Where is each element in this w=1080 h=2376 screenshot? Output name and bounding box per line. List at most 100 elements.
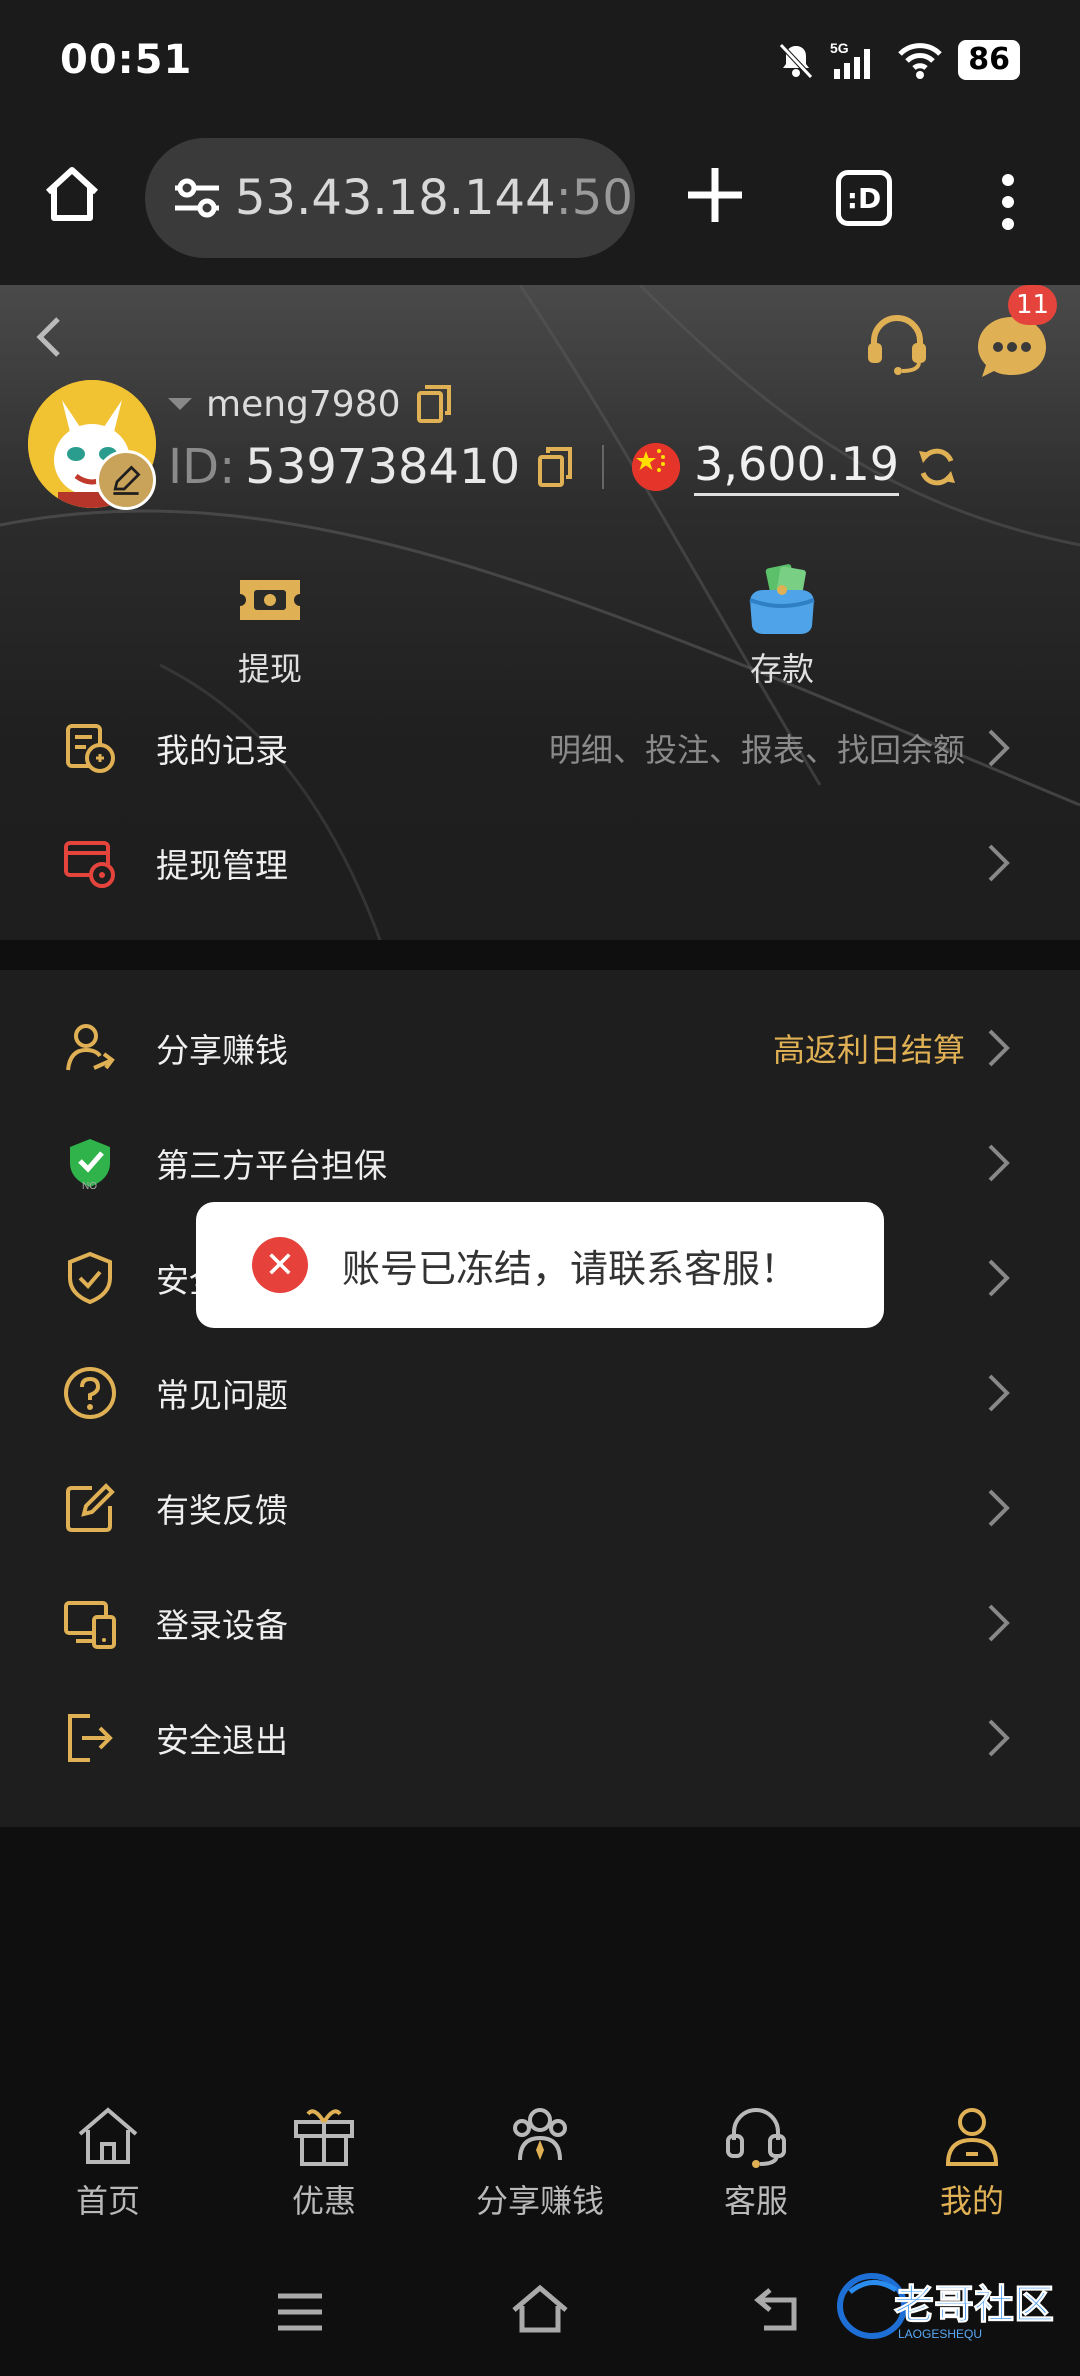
site-settings-icon[interactable] bbox=[169, 170, 225, 226]
deposit-label: 存款 bbox=[749, 650, 814, 688]
records-icon bbox=[66, 723, 115, 773]
menu-row-devices[interactable]: 登录设备 bbox=[0, 1565, 1080, 1680]
tab-switcher-button[interactable]: :D bbox=[836, 170, 892, 226]
message-count-badge: 11 bbox=[1008, 285, 1058, 325]
svg-text:5G: 5G bbox=[830, 40, 849, 56]
svg-text:NO: NO bbox=[82, 1181, 97, 1191]
logout-icon bbox=[68, 1713, 113, 1762]
status-bar: 00:51 5G 86 bbox=[0, 0, 1080, 120]
chevron-right-icon bbox=[988, 1604, 1010, 1641]
user-icon bbox=[945, 2108, 999, 2166]
nav-label: 分享赚钱 bbox=[475, 2182, 604, 2220]
account-id-row: ID: 539738410 3,600.19 bbox=[168, 437, 959, 496]
chevron-right-icon bbox=[988, 1029, 1010, 1066]
browser-toolbar: 53.43.18.144:5001 :D bbox=[0, 120, 1080, 285]
menu-row-faq[interactable]: 常见问题 bbox=[0, 1335, 1080, 1450]
menu-row-records[interactable]: 我的记录 明细、投注、报表、找回余额 bbox=[0, 690, 1080, 805]
watermark-logo: 老哥社区 LAOGESHEQU bbox=[837, 2273, 1055, 2341]
menu-row-feedback[interactable]: 有奖反馈 bbox=[0, 1450, 1080, 1565]
url-text: 53.43.18.144:5001 bbox=[235, 170, 635, 226]
status-time: 00:51 bbox=[60, 37, 193, 83]
nav-label: 客服 bbox=[723, 2182, 788, 2220]
menu-label: 我的记录 bbox=[156, 730, 288, 770]
chevron-right-icon bbox=[988, 1259, 1010, 1296]
chevron-right-icon bbox=[988, 1144, 1010, 1181]
edit-note-icon bbox=[66, 1482, 115, 1532]
chevron-right-icon bbox=[988, 844, 1010, 881]
chevron-right-icon bbox=[988, 1489, 1010, 1526]
shield-check-green-icon: NO bbox=[70, 1138, 110, 1191]
new-tab-icon[interactable] bbox=[680, 160, 750, 230]
username-row: meng7980 bbox=[168, 383, 453, 425]
account-id: 539738410 bbox=[245, 438, 521, 495]
signal-5g-icon: 5G bbox=[830, 40, 871, 79]
more-menu-icon[interactable] bbox=[988, 170, 1028, 234]
username: meng7980 bbox=[206, 383, 401, 425]
customer-service-icon[interactable] bbox=[862, 307, 932, 377]
menu-row-logout[interactable]: 安全退出 bbox=[0, 1680, 1080, 1795]
dropdown-caret-icon[interactable] bbox=[168, 398, 192, 410]
settings-card: 分享赚钱 高返利日结算 NO 第三方平台担保 安全中心 常见问题 bbox=[0, 970, 1080, 1827]
divider bbox=[602, 444, 605, 489]
nav-share[interactable]: 分享赚钱 bbox=[432, 2080, 648, 2230]
system-home-icon[interactable] bbox=[510, 2284, 570, 2334]
menu-label: 安全退出 bbox=[156, 1720, 288, 1760]
browser-home-icon[interactable] bbox=[40, 162, 104, 226]
error-x-icon: ✕ bbox=[252, 1237, 308, 1293]
error-toast: ✕ 账号已冻结，请联系客服！ bbox=[196, 1202, 884, 1328]
nav-promotions[interactable]: 优惠 bbox=[216, 2080, 432, 2230]
menu-hint: 明细、投注、报表、找回余额 bbox=[548, 730, 965, 769]
wallet-money-icon bbox=[749, 564, 815, 634]
withdraw-shortcut[interactable]: 提现 bbox=[190, 560, 350, 690]
menu-label: 分享赚钱 bbox=[156, 1030, 288, 1070]
copy-username-icon[interactable] bbox=[415, 383, 453, 425]
url-port: :5001 bbox=[555, 170, 635, 226]
menu-label: 有奖反馈 bbox=[156, 1490, 288, 1530]
nav-label: 我的 bbox=[939, 2182, 1004, 2220]
battery-level: 86 bbox=[958, 40, 1020, 80]
nav-service[interactable]: 客服 bbox=[648, 2080, 864, 2230]
recent-apps-icon[interactable] bbox=[276, 2292, 324, 2332]
back-icon[interactable] bbox=[28, 307, 68, 367]
system-back-icon[interactable] bbox=[754, 2286, 804, 2332]
wifi-icon bbox=[898, 43, 943, 79]
share-user-icon bbox=[66, 1023, 115, 1070]
shield-check-icon bbox=[68, 1251, 112, 1304]
section-gap bbox=[0, 940, 1080, 970]
address-bar[interactable]: 53.43.18.144:5001 bbox=[145, 138, 635, 258]
menu-label: 常见问题 bbox=[156, 1375, 288, 1415]
menu-label: 提现管理 bbox=[156, 845, 288, 885]
url-host: 53.43.18.144 bbox=[235, 170, 556, 226]
headset-icon bbox=[726, 2108, 786, 2168]
menu-label: 登录设备 bbox=[156, 1605, 288, 1645]
nav-mine[interactable]: 我的 bbox=[864, 2080, 1080, 2230]
withdraw-label: 提现 bbox=[237, 650, 302, 688]
copy-id-icon[interactable] bbox=[536, 445, 574, 489]
card-settings-icon bbox=[64, 840, 115, 888]
svg-text:老哥社区: 老哥社区 bbox=[894, 2282, 1054, 2328]
withdraw-ticket-icon bbox=[240, 580, 300, 620]
bottom-navigation: 首页 优惠 分享赚钱 客服 我的 bbox=[0, 2080, 1080, 2230]
deposit-shortcut[interactable]: 存款 bbox=[702, 560, 862, 690]
id-label: ID: bbox=[168, 438, 236, 495]
menu-row-share[interactable]: 分享赚钱 高返利日结算 bbox=[0, 990, 1080, 1105]
devices-icon bbox=[64, 1600, 116, 1649]
mute-bell-icon bbox=[779, 43, 814, 79]
nav-home[interactable]: 首页 bbox=[0, 2080, 216, 2230]
menu-hint: 高返利日结算 bbox=[772, 1030, 965, 1069]
profile-header: 11 meng7980 ID: 539738410 3,600.19 提现 存款… bbox=[0, 285, 1080, 940]
menu-label: 第三方平台担保 bbox=[156, 1145, 387, 1185]
nav-label: 优惠 bbox=[291, 2182, 356, 2220]
chevron-right-icon bbox=[988, 729, 1010, 766]
home-icon bbox=[78, 2107, 138, 2164]
toast-message: 账号已冻结，请联系客服！ bbox=[342, 1246, 799, 1291]
menu-row-withdraw-manage[interactable]: 提现管理 bbox=[0, 805, 1080, 920]
chevron-right-icon bbox=[988, 1374, 1010, 1411]
refresh-balance-icon[interactable] bbox=[915, 445, 959, 489]
edit-profile-icon[interactable] bbox=[96, 450, 156, 510]
china-flag-icon bbox=[632, 442, 681, 491]
gift-icon bbox=[294, 2109, 354, 2166]
balance-amount[interactable]: 3,600.19 bbox=[694, 437, 899, 496]
team-icon bbox=[513, 2108, 567, 2161]
question-circle-icon bbox=[64, 1366, 116, 1419]
